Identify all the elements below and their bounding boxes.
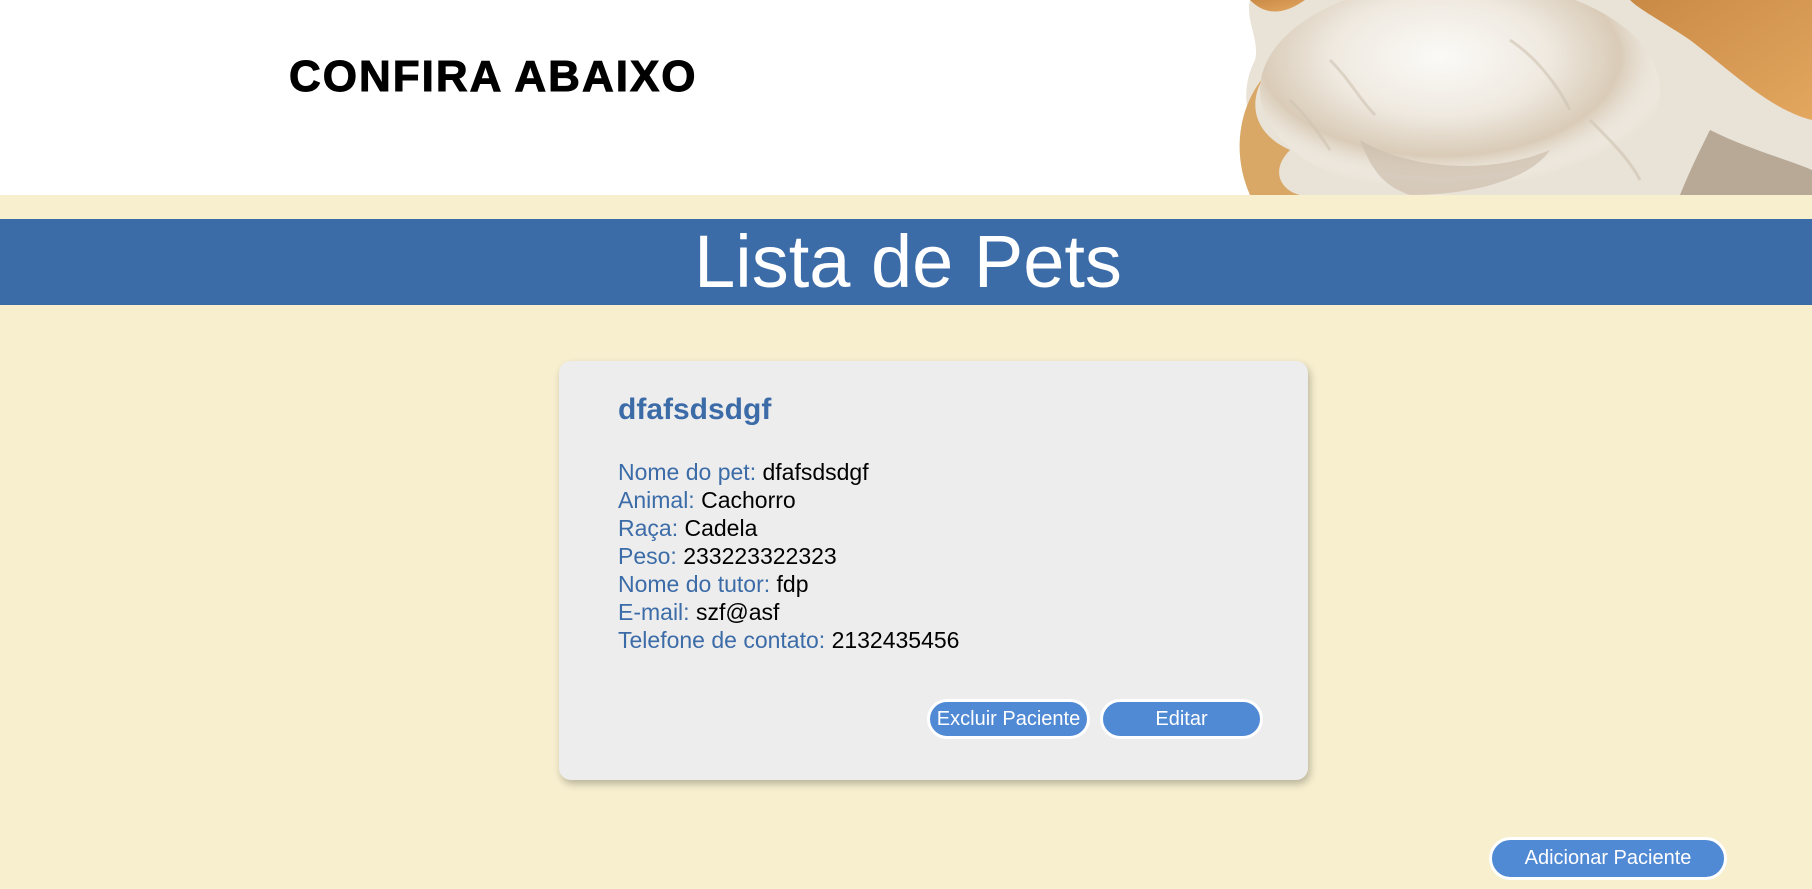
pet-card: dfafsdsdgf Nome do pet: dfafsdsdgf Anima…	[559, 361, 1308, 780]
field-value: Cadela	[684, 515, 758, 541]
field-label: Peso:	[618, 543, 677, 569]
field-breed: Raça: Cadela	[618, 514, 959, 542]
field-tutor-name: Nome do tutor: fdp	[618, 570, 959, 598]
add-patient-button[interactable]: Adicionar Paciente	[1489, 837, 1727, 880]
header-title: CONFIRA ABAIXO	[289, 52, 698, 102]
field-label: Animal:	[618, 487, 695, 513]
field-phone: Telefone de contato: 2132435456	[618, 626, 959, 654]
page-title: Lista de Pets	[694, 220, 1122, 303]
pet-details: Nome do pet: dfafsdsdgf Animal: Cachorro…	[618, 458, 959, 654]
pet-card-name: dfafsdsdgf	[618, 393, 772, 426]
field-value: dfafsdsdgf	[762, 459, 869, 485]
field-label: Nome do tutor:	[618, 571, 771, 597]
field-label: Raça:	[618, 515, 679, 541]
field-value: 2132435456	[831, 627, 960, 653]
field-value: 233223322323	[683, 543, 837, 569]
field-label: Telefone de contato:	[618, 627, 826, 653]
field-label: E-mail:	[618, 599, 690, 625]
edit-button[interactable]: Editar	[1100, 699, 1263, 739]
header: CONFIRA ABAIXO	[0, 0, 1812, 195]
field-weight: Peso: 233223322323	[618, 542, 959, 570]
field-pet-name: Nome do pet: dfafsdsdgf	[618, 458, 959, 486]
field-value: szf@asf	[695, 599, 780, 625]
delete-patient-button[interactable]: Excluir Paciente	[927, 699, 1090, 739]
field-value: fdp	[776, 571, 809, 597]
field-value: Cachorro	[701, 487, 796, 513]
field-label: Nome do pet:	[618, 459, 757, 485]
cat-photo	[1210, 0, 1812, 195]
field-animal: Animal: Cachorro	[618, 486, 959, 514]
page-title-bar: Lista de Pets	[0, 219, 1812, 305]
field-email: E-mail: szf@asf	[618, 598, 959, 626]
